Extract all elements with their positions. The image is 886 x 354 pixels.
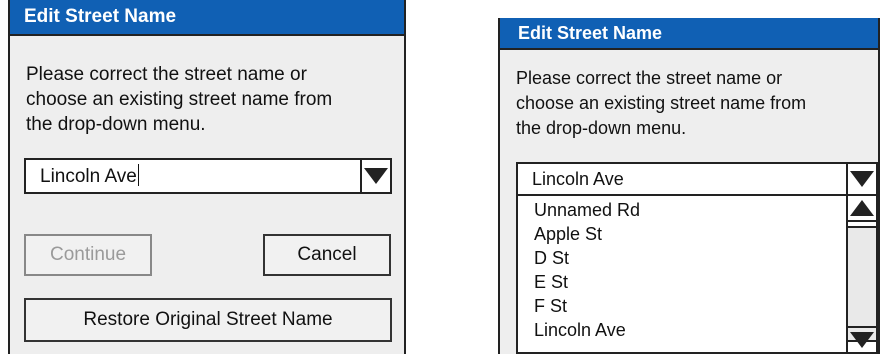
message-line-2: choose an existing street name from bbox=[26, 89, 333, 110]
scrollbar-thumb[interactable] bbox=[848, 226, 876, 342]
triangle-down-icon bbox=[850, 171, 874, 187]
cancel-label: Cancel bbox=[297, 244, 357, 265]
restore-label: Restore Original Street Name bbox=[83, 309, 333, 330]
street-name-value: Lincoln Ave bbox=[40, 166, 137, 187]
left-dialog-titlebar: Edit Street Name bbox=[10, 0, 404, 36]
right-dialog-message: Please correct the street name or choose… bbox=[516, 66, 806, 141]
right-dialog-title: Edit Street Name bbox=[518, 22, 663, 43]
triangle-down-icon bbox=[850, 332, 874, 348]
message-line-3: the drop-down menu. bbox=[26, 114, 206, 135]
text-cursor bbox=[137, 164, 140, 186]
cancel-button[interactable]: Cancel bbox=[263, 234, 391, 276]
right-dialog: Edit Street Name Please correct the stre… bbox=[498, 18, 880, 354]
list-scrollbar[interactable] bbox=[846, 196, 876, 352]
list-item[interactable]: E St bbox=[534, 270, 568, 294]
street-name-input[interactable]: Lincoln Ave bbox=[26, 164, 360, 188]
left-dialog-message: Please correct the street name or choose… bbox=[26, 62, 332, 137]
message-line-1: Please correct the street name or bbox=[26, 64, 307, 85]
dropdown-button[interactable] bbox=[360, 160, 390, 192]
continue-label: Continue bbox=[49, 244, 127, 265]
message-line-3: the drop-down menu. bbox=[516, 118, 687, 138]
list-item[interactable]: D St bbox=[534, 246, 569, 270]
list-item[interactable]: Lincoln Ave bbox=[534, 318, 626, 342]
message-line-2: choose an existing street name from bbox=[516, 93, 807, 113]
dropdown-button[interactable] bbox=[846, 164, 876, 194]
triangle-up-icon bbox=[850, 200, 874, 216]
triangle-down-icon bbox=[364, 168, 388, 184]
continue-button[interactable]: Continue bbox=[24, 234, 152, 276]
list-item[interactable]: F St bbox=[534, 294, 567, 318]
restore-original-button[interactable]: Restore Original Street Name bbox=[24, 298, 392, 342]
street-name-combobox[interactable]: Lincoln Ave bbox=[24, 158, 392, 194]
message-line-1: Please correct the street name or bbox=[516, 68, 783, 88]
left-dialog: Edit Street Name Please correct the stre… bbox=[8, 0, 406, 354]
scroll-up-button[interactable] bbox=[848, 196, 876, 222]
scroll-down-button[interactable] bbox=[848, 326, 876, 352]
selected-street-value: Lincoln Ave bbox=[532, 168, 624, 189]
list-item[interactable]: Apple St bbox=[534, 222, 602, 246]
dropdown-list: Unnamed Rd Apple St D St E St F St Linco… bbox=[516, 196, 878, 354]
street-name-combobox[interactable]: Lincoln Ave bbox=[516, 162, 878, 196]
left-dialog-title: Edit Street Name bbox=[24, 6, 177, 27]
list-item[interactable]: Unnamed Rd bbox=[534, 198, 640, 222]
right-dialog-titlebar: Edit Street Name bbox=[500, 18, 878, 50]
